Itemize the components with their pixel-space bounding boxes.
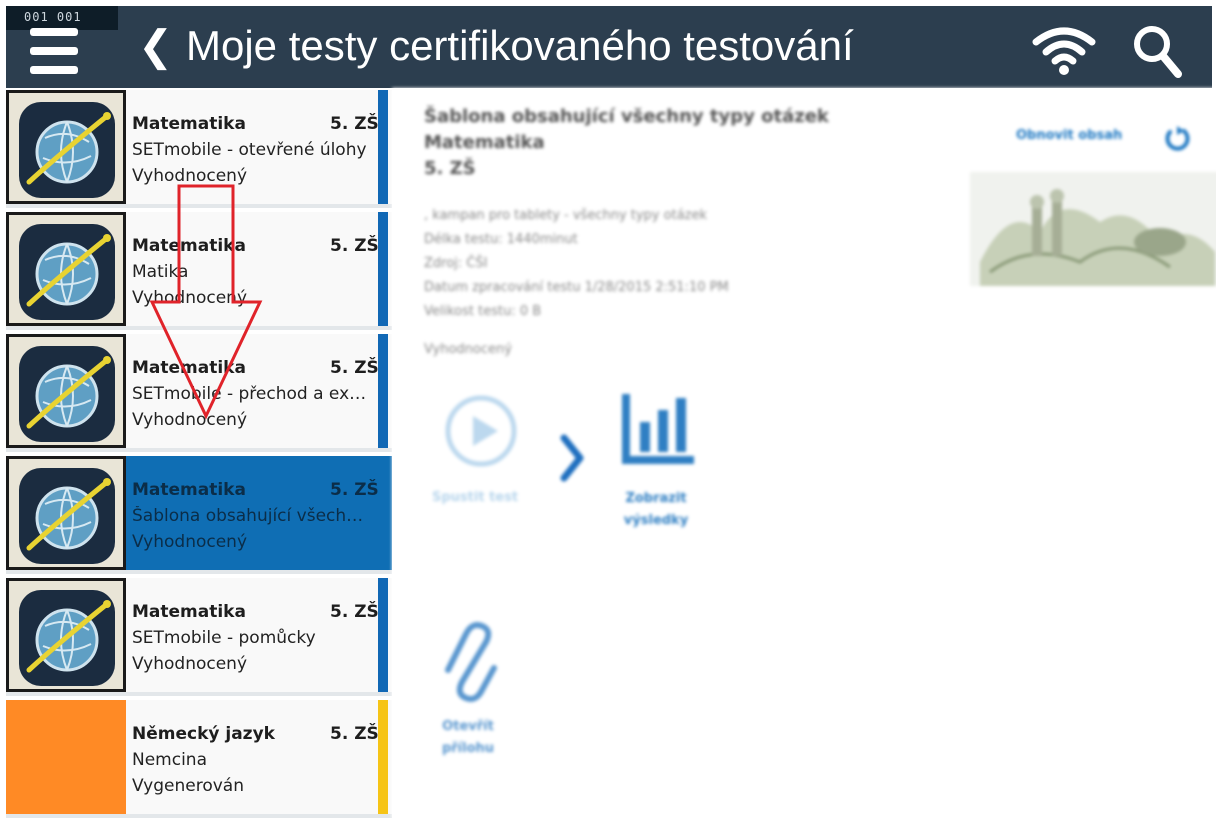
bar-chart-icon[interactable] — [616, 388, 698, 470]
open-attachment-button[interactable]: Otevřít přílohu — [436, 716, 500, 760]
chevron-right-icon — [560, 434, 584, 482]
detail-title: Šablona obsahující všechny typy otázek M… — [424, 104, 829, 182]
page-title: Moje testy certifikovaného testování — [186, 22, 854, 69]
play-icon[interactable] — [442, 392, 520, 470]
refresh-content-link[interactable]: Obnovit obsah — [1016, 128, 1122, 143]
detail-grade: 5. ZŠ — [424, 158, 476, 179]
paperclip-icon[interactable] — [442, 622, 498, 706]
item-grade: 5. ZŠ — [330, 236, 379, 256]
refresh-icon[interactable] — [1162, 124, 1192, 154]
globe-icon — [19, 468, 115, 564]
item-status: Vyhodnocený — [132, 166, 248, 186]
item-accent-stripe — [378, 90, 388, 204]
app-logo-thumbnail — [6, 212, 126, 326]
detail-status: Vyhodnocený — [424, 342, 512, 357]
detail-subject: Matematika — [424, 132, 545, 153]
item-grade: 5. ZŠ — [330, 724, 379, 744]
detail-metadata: , kampan pro tablety - všechny typy otáz… — [424, 204, 729, 324]
item-status: Vyhodnocený — [132, 532, 248, 552]
list-item-selected[interactable]: Matematika 5. ZŠ Šablona obsahující všec… — [6, 456, 392, 574]
annotation-down-arrow-icon — [149, 184, 263, 420]
item-test-name: Šablona obsahující všechny... — [132, 506, 372, 526]
show-results-button[interactable]: Zobrazit výsledky — [616, 488, 696, 532]
search-icon[interactable] — [1130, 22, 1184, 80]
meta-campaign: , kampan pro tablety - všechny typy otáz… — [424, 208, 708, 223]
back-chevron-icon[interactable]: ❮ — [138, 16, 173, 76]
item-subject: Matematika — [132, 114, 246, 134]
item-grade: 5. ZŠ — [330, 480, 379, 500]
list-item[interactable]: Matematika 5. ZŠ SETmobile - pomůcky Vyh… — [6, 578, 392, 696]
meta-processed-date: Datum zpracování testu 1/28/2015 2:51:10… — [424, 280, 729, 295]
start-test-button[interactable]: Spustit test — [432, 490, 518, 505]
item-grade: 5. ZŠ — [330, 358, 379, 378]
item-accent-stripe — [378, 700, 388, 814]
menu-icon[interactable] — [30, 28, 78, 74]
globe-icon — [19, 346, 115, 442]
app-logo-thumbnail — [6, 578, 126, 692]
globe-icon — [19, 590, 115, 686]
item-test-name: SETmobile - pomůcky — [132, 628, 316, 648]
frame-counter: 001 001 — [6, 6, 118, 30]
test-illustration-image — [970, 172, 1216, 286]
item-subject: Německý jazyk — [132, 724, 275, 744]
item-grade: 5. ZŠ — [330, 114, 379, 134]
app-header: 001 001 ❮ Moje testy certifikovaného tes… — [6, 6, 1212, 88]
item-accent-stripe — [378, 334, 388, 448]
wifi-icon — [1032, 27, 1096, 75]
item-accent-stripe — [378, 212, 388, 326]
open-attachment-label: Otevřít — [442, 719, 494, 734]
show-results-label: Zobrazit — [625, 491, 687, 506]
meta-duration: Délka testu: 1440minut — [424, 232, 578, 247]
app-logo-thumbnail — [6, 90, 126, 204]
item-subject: Matematika — [132, 480, 246, 500]
globe-icon — [19, 102, 115, 198]
item-subject: Matematika — [132, 602, 246, 622]
meta-source: Zdroj: ČŠI — [424, 256, 488, 271]
list-item[interactable]: Německý jazyk 5. ZŠ Nemcina Vygenerován — [6, 700, 392, 818]
subject-color-tile — [6, 700, 126, 814]
show-results-label-2: výsledky — [623, 513, 689, 528]
item-status: Vyhodnocený — [132, 654, 248, 674]
meta-size: Velikost testu: 0 B — [424, 304, 542, 319]
open-attachment-label-2: přílohu — [441, 741, 495, 756]
app-logo-thumbnail — [6, 456, 126, 570]
detail-test-name: Šablona obsahující všechny typy otázek — [424, 106, 829, 127]
globe-icon — [19, 224, 115, 320]
test-detail-panel: Šablona obsahující všechny typy otázek M… — [392, 88, 1216, 819]
item-test-name: Nemcina — [132, 750, 207, 770]
item-accent-stripe — [378, 578, 388, 692]
item-test-name: SETmobile - otevřené úlohy — [132, 140, 367, 160]
test-list: Matematika 5. ZŠ SETmobile - otevřené úl… — [6, 90, 392, 819]
app-logo-thumbnail — [6, 334, 126, 448]
item-status: Vygenerován — [132, 776, 244, 796]
item-grade: 5. ZŠ — [330, 602, 379, 622]
